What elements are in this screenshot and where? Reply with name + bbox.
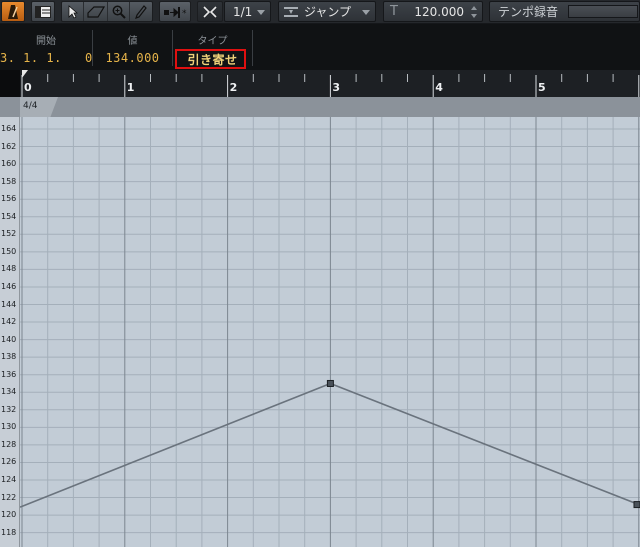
pencil-icon — [135, 4, 147, 19]
jump-icon — [284, 6, 298, 17]
tempo-point[interactable] — [326, 379, 334, 387]
info-line: 開始 3. 1. 1. 0 値 134.000 タイプ 引き寄せ — [0, 24, 640, 70]
tempo-axis-label: 136 — [1, 369, 17, 379]
tempo-record-label: テンポ録音 — [498, 5, 559, 19]
tempo-axis-label: 130 — [1, 422, 17, 432]
tempo-axis-label: 152 — [1, 229, 17, 239]
tempo-axis-label: 118 — [1, 527, 17, 537]
svg-text:*: * — [182, 9, 187, 18]
type-label: タイプ — [197, 36, 228, 47]
start-label: 開始 — [36, 36, 56, 47]
draw-tool[interactable] — [130, 2, 152, 21]
erase-tool[interactable] — [84, 2, 108, 21]
tempo-axis-label: 134 — [1, 387, 17, 397]
tempo-axis-label: 158 — [1, 176, 17, 186]
tempo-axis: 164 162 160 158 156 154 152 150 148 146 144 142 140 1… — [0, 117, 20, 547]
signature-track: 4/4 — [0, 97, 640, 117]
snap-mode-button[interactable]: * — [159, 1, 191, 22]
quantize-dropdown[interactable]: 1/1 — [224, 1, 271, 22]
ruler-bar-label: 4 — [435, 81, 443, 94]
tempo-value: 120.000 — [414, 5, 464, 19]
tempo-graph: 164 162 160 158 156 154 152 150 148 146 144 142 140 1… — [0, 110, 640, 547]
tempo-axis-label: 150 — [1, 246, 17, 256]
tempo-field[interactable]: T 120.000 — [383, 1, 483, 22]
quantize-value: 1/1 — [233, 4, 253, 19]
tempo-axis-label: 164 — [1, 124, 17, 133]
ruler-ticks: 0123456 — [21, 70, 640, 97]
tempo-record-slider[interactable]: テンポ録音 — [489, 1, 640, 22]
info-divider — [252, 30, 253, 66]
tempo-plot-svg — [19, 110, 640, 547]
layout-icon — [35, 5, 51, 18]
tempo-axis-label: 160 — [1, 159, 17, 169]
tempo-axis-label: 140 — [1, 334, 17, 344]
type-highlight-box — [175, 49, 246, 69]
tool-buttons — [61, 1, 153, 22]
tempo-icon: T — [390, 4, 398, 19]
tempo-axis-label: 128 — [1, 439, 17, 449]
chevron-down-icon — [362, 10, 370, 15]
ruler-bar-label: 1 — [127, 81, 135, 94]
ruler[interactable]: 0123456 — [0, 70, 640, 97]
arrow-pointer-icon — [68, 4, 78, 19]
snap-icon: * — [164, 6, 187, 18]
ruler-bar-label: 5 — [538, 81, 546, 94]
insert-mode-dropdown[interactable]: ジャンプ — [278, 1, 376, 22]
stepper-icon[interactable] — [470, 4, 478, 20]
tempo-axis-label: 142 — [1, 317, 17, 327]
ruler-bar-label: 2 — [230, 81, 238, 94]
signature-label: 4/4 — [23, 101, 38, 111]
tempo-axis-label: 122 — [1, 492, 17, 502]
tempo-record-track[interactable] — [568, 5, 638, 18]
inspector-toggle-button[interactable] — [31, 1, 55, 22]
chevron-down-icon — [257, 10, 265, 15]
metronome-icon — [8, 4, 18, 19]
tempo-axis-label: 126 — [1, 457, 17, 467]
left-locator-marker[interactable] — [22, 70, 28, 78]
magnifier-icon — [112, 5, 126, 19]
tempo-axis-label: 162 — [1, 141, 17, 151]
tempo-axis-label: 124 — [1, 475, 17, 484]
tempo-axis-label: 132 — [1, 404, 17, 414]
tempo-axis-label: 154 — [1, 211, 17, 221]
tempo-axis-label: 156 — [1, 194, 17, 204]
tempo-axis-label: 148 — [1, 264, 17, 274]
ruler-bar-label: 0 — [24, 81, 32, 94]
tempo-point[interactable] — [633, 501, 640, 509]
ruler-bar-label: 3 — [332, 81, 340, 94]
start-value[interactable]: 3. 1. 1. 0 — [0, 51, 92, 65]
zoom-tool[interactable] — [108, 2, 130, 21]
object-selection-tool[interactable] — [62, 2, 84, 21]
start-field[interactable]: 開始 3. 1. 1. 0 — [0, 24, 92, 70]
tempo-axis-label: 120 — [1, 510, 17, 520]
snap-toggle-button[interactable] — [197, 1, 223, 22]
insert-mode-label: ジャンプ — [304, 5, 352, 19]
tempo-axis-label: 144 — [1, 299, 17, 309]
toolbar: * 1/1 ジャンプ T 120.000 テンポ録音 — [0, 0, 640, 24]
snap-x-icon — [203, 5, 217, 18]
tempo-track-editor: * 1/1 ジャンプ T 120.000 テンポ録音 開始 3. 1. 1. 0 — [0, 0, 640, 547]
eraser-icon — [86, 5, 105, 18]
value-field[interactable]: 値 134.000 — [93, 24, 172, 70]
tempo-plot-area[interactable] — [19, 110, 640, 547]
tempo-axis-label: 138 — [1, 352, 17, 362]
tempo-axis-label: 146 — [1, 281, 17, 291]
value-value[interactable]: 134.000 — [93, 51, 172, 65]
value-label: 値 — [127, 36, 138, 47]
metronome-button[interactable] — [1, 1, 25, 22]
